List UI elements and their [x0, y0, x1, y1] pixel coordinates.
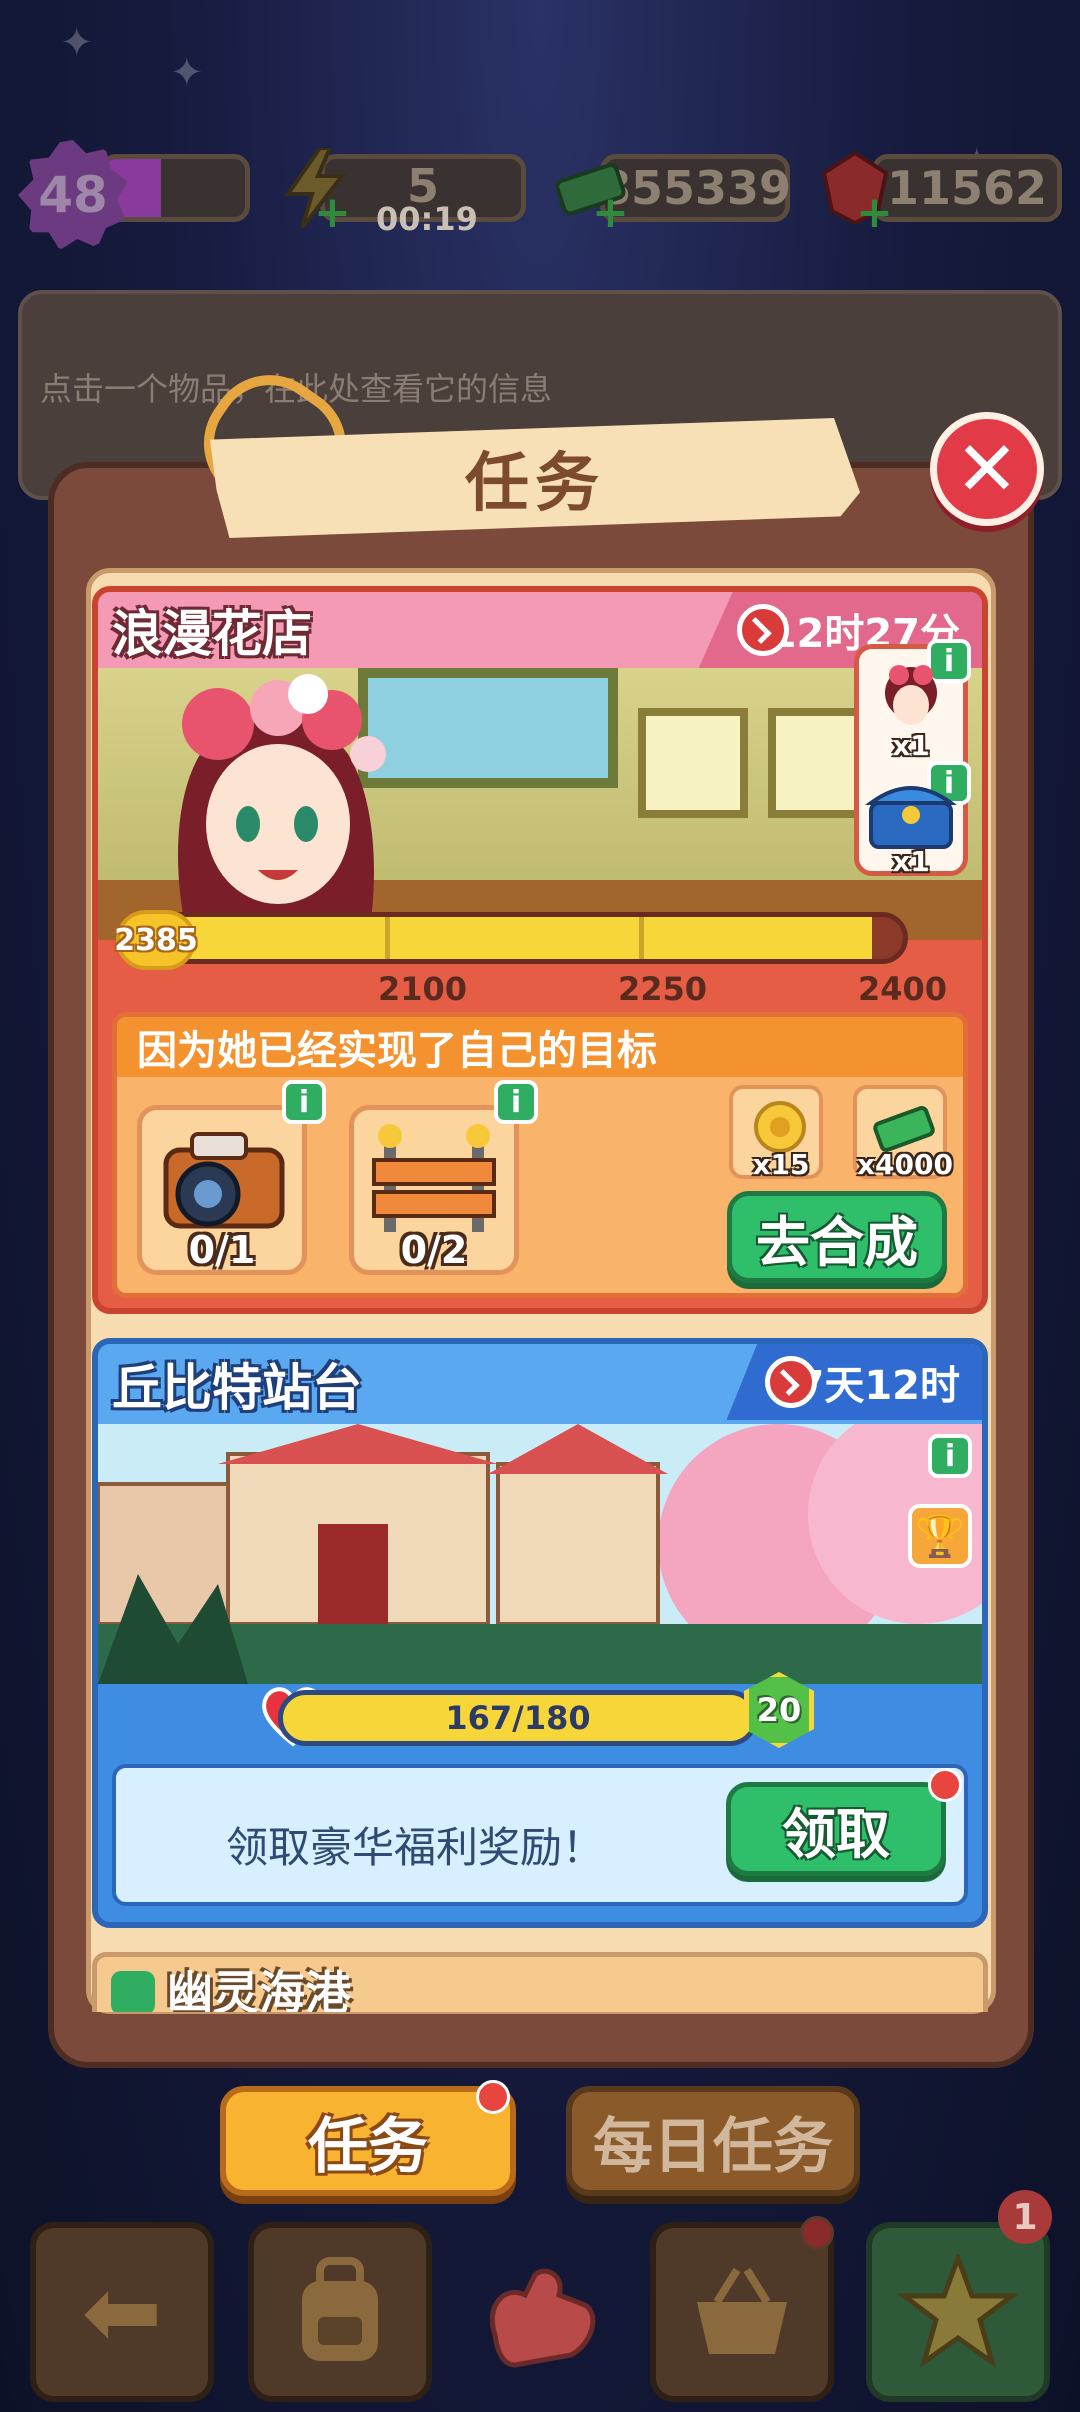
tab-tasks[interactable]: 任务 — [220, 2086, 516, 2196]
task-card-header: 浪漫花店 12时27分 — [98, 592, 982, 668]
info-icon[interactable] — [111, 1971, 155, 2012]
heart-progress-bar: 167/180 — [278, 1690, 758, 1746]
milestone-label: 2250 — [618, 970, 708, 1008]
gem-value: 11562 — [886, 161, 1048, 215]
task-card-cupid-station: 丘比特站台 7天12时 i 🏆 167/180 20 领取豪华福利奖励！ 领取 — [92, 1338, 988, 1928]
cupid-station-scene: i 🏆 — [98, 1424, 982, 1684]
info-icon[interactable]: i — [494, 1080, 538, 1124]
add-energy-icon[interactable]: + — [314, 191, 351, 235]
reward-quantity: x4000 — [857, 1148, 953, 1181]
claim-button[interactable]: 领取 — [726, 1782, 946, 1876]
star-badge-count: 1 — [998, 2190, 1052, 2244]
task-timer-text: 7天12时 — [796, 1363, 961, 1409]
add-cash-icon[interactable]: + — [592, 191, 629, 235]
task-progress-bar — [118, 912, 908, 964]
notification-dot — [800, 2216, 834, 2250]
task-card-header: 丘比特站台 7天12时 — [98, 1344, 982, 1424]
claim-reward-text: 领取豪华福利奖励！ — [226, 1823, 605, 1872]
star-icon — [898, 2254, 1018, 2369]
milestone-tick — [385, 917, 390, 959]
star-decoration: ✦ — [170, 50, 204, 96]
milestone-tick — [639, 917, 644, 959]
station-illustration — [98, 1424, 982, 1684]
task-goal-text: 因为她已经实现了自己的目标 — [117, 1017, 963, 1077]
task-goal-panel: 因为她已经实现了自己的目标 0/1 i 0/2 i x15 x4000 去合成 — [112, 1012, 968, 1298]
reward-cash: x4000 — [853, 1085, 953, 1181]
flower-shop-scene — [98, 668, 982, 940]
task-card-ghost-harbor[interactable]: 幽灵海港 — [92, 1952, 988, 2012]
notification-dot — [928, 1768, 962, 1802]
basket-icon — [697, 2267, 787, 2354]
glove-icon[interactable] — [470, 2250, 610, 2390]
shop-panel — [638, 708, 748, 818]
notification-dot — [476, 2080, 510, 2114]
milestone-reward-tag[interactable]: i x1 i x1 — [854, 639, 971, 878]
shop-basket-button[interactable] — [650, 2222, 834, 2402]
road-barrier-icon — [372, 1124, 496, 1232]
current-points-badge: 2385 — [114, 910, 198, 970]
modal-title: 任务 — [465, 447, 605, 521]
claim-reward-panel: 领取豪华福利奖励！ 领取 — [112, 1764, 968, 1906]
close-button[interactable]: ✕ — [930, 412, 1044, 526]
clock-icon — [736, 604, 789, 656]
tab-daily-tasks[interactable]: 每日任务 — [566, 2086, 860, 2196]
reward-quantity: x1 — [892, 845, 930, 878]
reward-gold-rose: x15 — [729, 1085, 823, 1181]
energy-timer: 00:19 — [376, 200, 478, 238]
star-button[interactable] — [866, 2222, 1050, 2402]
reward-quantity: x15 — [752, 1148, 810, 1181]
item-count: 0/2 — [400, 1228, 468, 1272]
backpack-button[interactable] — [248, 2222, 432, 2402]
info-icon[interactable]: i — [282, 1080, 326, 1124]
shop-panel — [768, 708, 868, 818]
required-item-barrier[interactable]: 0/2 i — [349, 1080, 538, 1275]
clock-icon — [764, 1356, 817, 1408]
gem-counter[interactable]: 11562 — [872, 154, 1062, 222]
milestone-label: 2100 — [378, 970, 468, 1008]
reward-quantity: x1 — [892, 729, 930, 762]
item-count: 0/1 — [188, 1228, 256, 1272]
info-icon[interactable]: i — [928, 1434, 972, 1478]
star-decoration: ✦ — [60, 20, 94, 66]
go-merge-button[interactable]: 去合成 — [727, 1191, 947, 1283]
trophy-icon[interactable]: 🏆 — [908, 1504, 972, 1568]
back-arrow-icon: ⬅ — [81, 2256, 163, 2368]
required-item-camera[interactable]: 0/1 i — [137, 1080, 326, 1275]
task-title: 丘比特站台 — [112, 1359, 362, 1417]
milestone-label: 2400 — [858, 970, 948, 1008]
task-title: 幽灵海港 — [167, 1966, 351, 2012]
task-card-flower-shop: 浪漫花店 12时27分 2385 2100 2250 2400 i x1 i x… — [92, 586, 988, 1314]
back-button[interactable]: ⬅ — [30, 2222, 214, 2402]
add-gems-icon[interactable]: + — [856, 191, 893, 235]
backpack-icon — [302, 2257, 378, 2361]
task-timer: 7天12时 — [726, 1344, 982, 1420]
close-icon: ✕ — [955, 424, 1019, 513]
task-title: 浪漫花店 — [112, 605, 312, 663]
camera-icon — [163, 1132, 285, 1229]
florist-character — [178, 674, 386, 940]
resource-bar: 48 5 + 00:19 855339 + 11562 + — [0, 140, 1080, 250]
task-progress-fill — [123, 917, 872, 959]
